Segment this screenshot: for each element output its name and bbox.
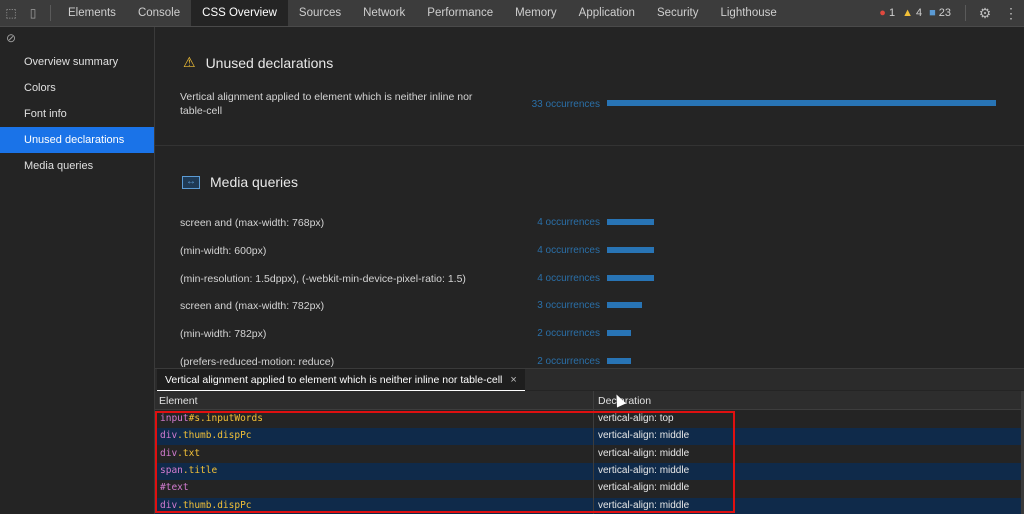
media-query-bar[interactable] bbox=[607, 274, 654, 281]
toolbar-separator bbox=[50, 5, 51, 21]
tab-elements[interactable]: Elements bbox=[57, 0, 127, 26]
tab-network[interactable]: Network bbox=[352, 0, 416, 26]
tab-lighthouse[interactable]: Lighthouse bbox=[709, 0, 787, 26]
media-query-count[interactable]: 4 occurrences bbox=[490, 245, 600, 256]
unused-declaration-label: Vertical alignment applied to element wh… bbox=[180, 91, 473, 117]
media-query-bar[interactable] bbox=[607, 219, 654, 225]
media-query-count[interactable]: 3 occurrences bbox=[490, 300, 600, 311]
section-divider bbox=[155, 145, 1024, 146]
warning-icon: ⚠ bbox=[183, 54, 196, 70]
more-icon[interactable]: ⋮ bbox=[998, 0, 1024, 26]
unused-declaration-bar[interactable] bbox=[607, 100, 996, 106]
tab-security[interactable]: Security bbox=[646, 0, 710, 26]
css-overview-content: ⚠ Unused declarations Vertical alignment… bbox=[155, 27, 1024, 368]
media-query-count[interactable]: 4 occurrences bbox=[490, 217, 600, 228]
error-count: 1 bbox=[888, 7, 896, 19]
highlight-box bbox=[155, 411, 735, 513]
drawer-tabbar: Vertical alignment applied to element wh… bbox=[155, 368, 1024, 391]
warning-count: 4 bbox=[915, 7, 923, 19]
inspect-element-icon[interactable]: ⬚ bbox=[0, 0, 22, 26]
sidebar-item-colors[interactable]: Colors bbox=[0, 75, 154, 101]
sidebar-nav: Overview summary Colors Font info Unused de… bbox=[0, 49, 154, 179]
drawer-tab-label: Vertical alignment applied to element wh… bbox=[165, 373, 503, 386]
sidebar-item-media-queries[interactable]: Media queries bbox=[0, 153, 154, 179]
panel-tabs: Elements Console CSS Overview Sources Networ… bbox=[57, 0, 788, 26]
media-queries-heading: ↔ Media queries bbox=[182, 174, 298, 190]
unused-declaration-count[interactable]: 33 occurrences bbox=[490, 99, 600, 110]
clear-icon[interactable]: ⊘ bbox=[0, 27, 154, 49]
sidebar-item-unused-declarations[interactable]: Unused declarations bbox=[0, 127, 154, 153]
message-count: 23 bbox=[938, 7, 951, 19]
tab-application[interactable]: Application bbox=[568, 0, 646, 26]
toolbar-separator bbox=[965, 5, 966, 21]
tab-performance[interactable]: Performance bbox=[416, 0, 504, 26]
tab-vertical-alignment[interactable]: Vertical alignment applied to element wh… bbox=[157, 369, 525, 391]
sidebar-item-font-info[interactable]: Font info bbox=[0, 101, 154, 127]
message-icon: ■ bbox=[929, 7, 936, 19]
media-query-bar[interactable] bbox=[607, 246, 654, 253]
unused-declarations-title: Unused declarations bbox=[205, 54, 334, 71]
table-header: Element Declaration bbox=[155, 391, 1021, 410]
devtools-toolbar: ⬚ ▯ Elements Console CSS Overview Sources Ne… bbox=[0, 0, 1024, 27]
declarations-table: Element Declaration input#s.inputWords ve… bbox=[155, 391, 1024, 514]
close-icon[interactable]: × bbox=[510, 374, 516, 386]
media-queries-title: Media queries bbox=[210, 174, 298, 190]
tab-css-overview[interactable]: CSS Overview bbox=[191, 0, 288, 26]
media-query-count[interactable]: 2 occurrences bbox=[490, 356, 600, 367]
error-icon: ● bbox=[879, 7, 886, 19]
gear-icon[interactable]: ⚙ bbox=[972, 0, 998, 26]
tab-console[interactable]: Console bbox=[127, 0, 191, 26]
media-query-bar[interactable] bbox=[607, 358, 631, 364]
console-status[interactable]: ● 1 ▲ 4 ■ 23 bbox=[879, 0, 959, 26]
media-query-bar[interactable] bbox=[607, 330, 631, 337]
warning-icon: ▲ bbox=[902, 7, 913, 19]
media-queries-icon: ↔ bbox=[182, 175, 200, 189]
tab-memory[interactable]: Memory bbox=[504, 0, 568, 26]
column-header-element[interactable]: Element bbox=[155, 391, 593, 410]
media-query-count[interactable]: 4 occurrences bbox=[490, 273, 600, 284]
device-toggle-icon[interactable]: ▯ bbox=[22, 0, 44, 26]
media-query-count[interactable]: 2 occurrences bbox=[490, 328, 600, 339]
unused-declarations-heading: ⚠ Unused declarations bbox=[183, 54, 333, 71]
sidebar-item-overview-summary[interactable]: Overview summary bbox=[0, 49, 154, 75]
column-header-declaration[interactable]: Declaration bbox=[594, 391, 1021, 410]
media-query-bar[interactable] bbox=[607, 302, 642, 309]
tab-sources[interactable]: Sources bbox=[288, 0, 352, 26]
css-overview-sidebar: ⊘ Overview summary Colors Font info Unused … bbox=[0, 27, 155, 514]
